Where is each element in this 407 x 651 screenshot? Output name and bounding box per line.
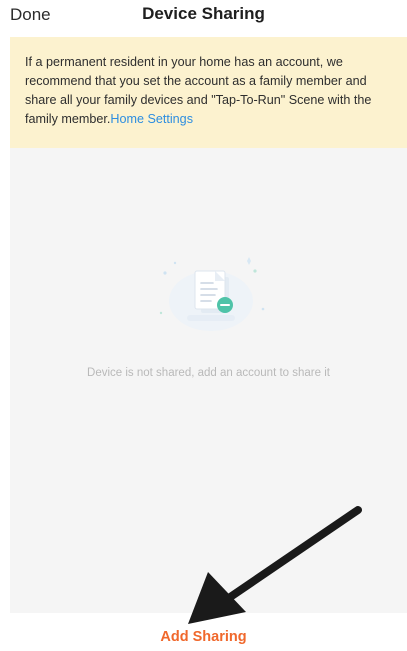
empty-state-message: Device is not shared, add an account to … [87, 367, 330, 379]
header: Done Device Sharing [0, 0, 407, 34]
notice-text: If a permanent resident in your home has… [25, 55, 372, 126]
pointer-arrow-icon [188, 506, 362, 624]
family-member-notice: If a permanent resident in your home has… [10, 37, 407, 148]
home-settings-link[interactable]: Home Settings [110, 112, 193, 126]
add-sharing-button[interactable]: Add Sharing [0, 629, 407, 645]
page-title: Device Sharing [142, 4, 265, 23]
document-remove-icon [159, 257, 265, 331]
